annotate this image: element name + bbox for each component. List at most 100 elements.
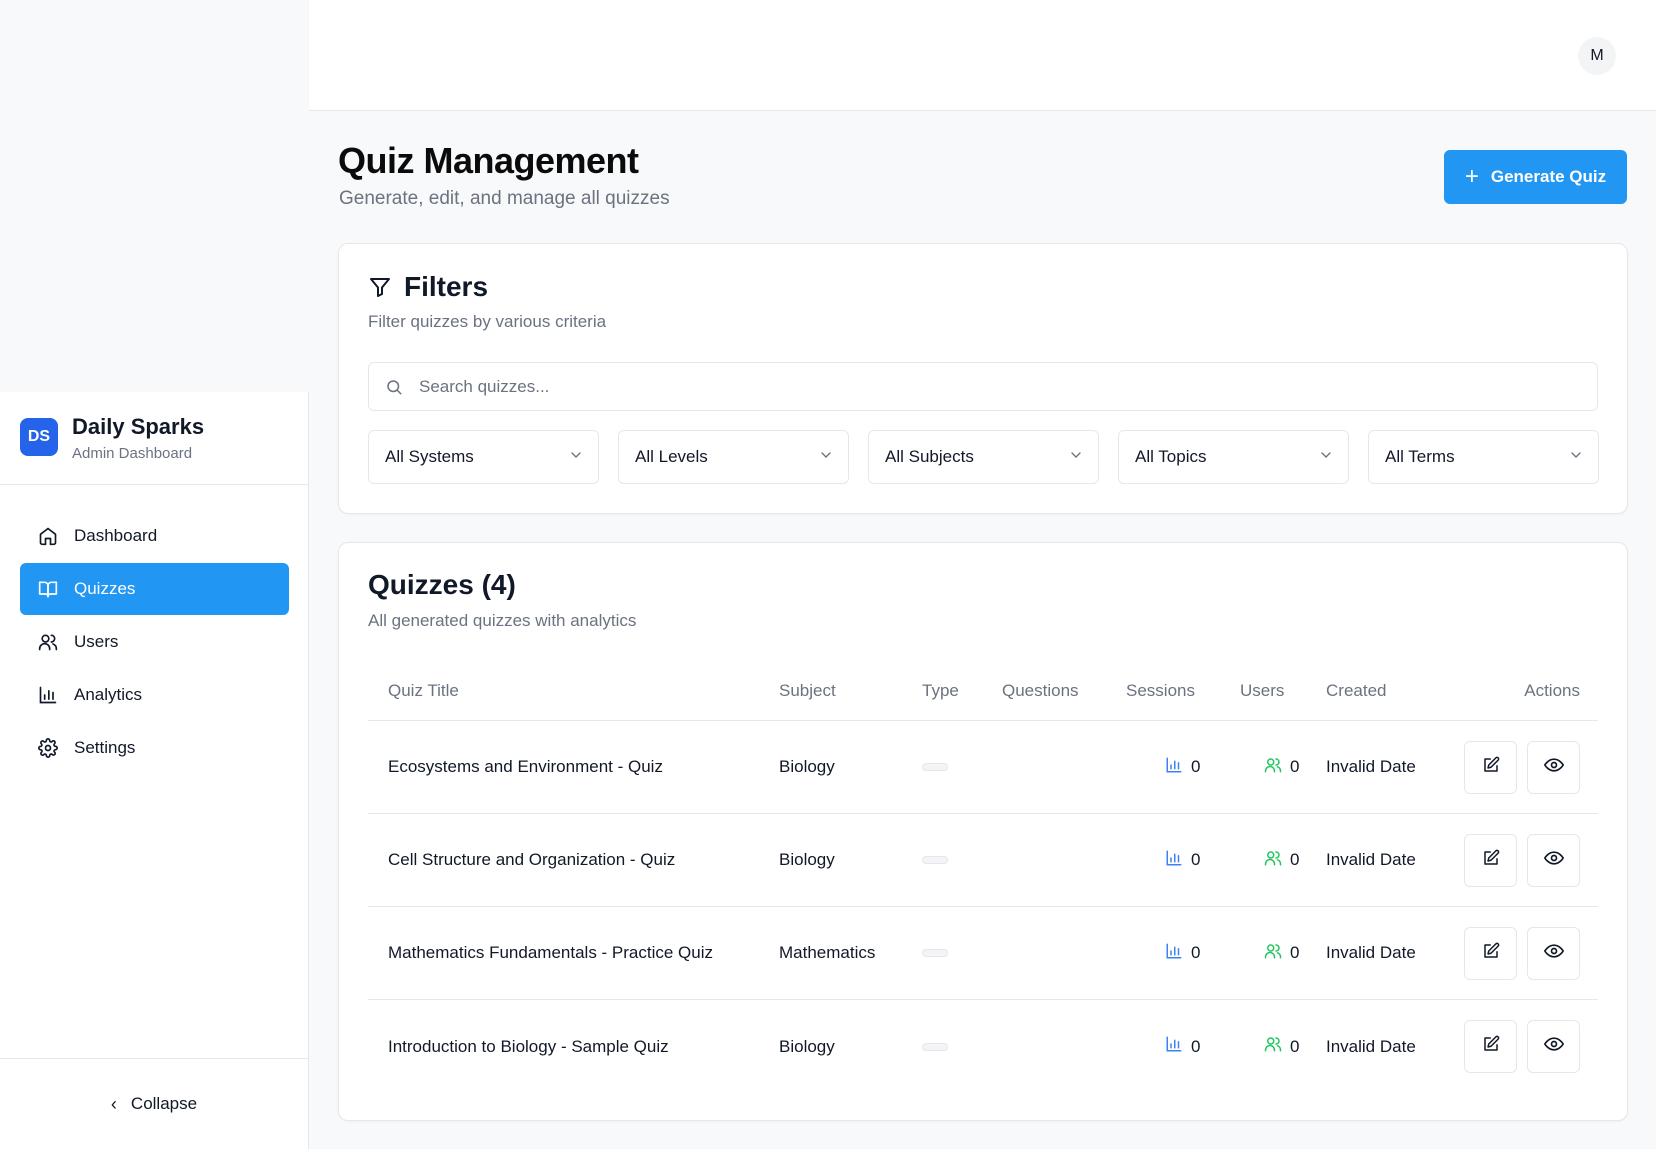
edit-button[interactable] [1464,1020,1517,1073]
quizzes-card: Quizzes (4) All generated quizzes with a… [338,542,1628,1121]
sidebar-item-dashboard[interactable]: Dashboard [20,510,289,562]
select-value: All Levels [635,447,708,466]
chevron-down-icon [818,447,834,468]
quiz-actions [1464,814,1580,906]
quiz-sessions: 0 [1165,814,1200,906]
edit-icon [1482,849,1500,872]
brand-subtitle: Admin Dashboard [72,445,193,462]
users-count: 0 [1290,850,1300,869]
users-count: 0 [1290,1036,1300,1056]
quizzes-table: Quiz Title Subject Type Questions Sessio… [368,661,1598,1093]
col-quiz-title[interactable]: Quiz Title [388,661,459,720]
view-button[interactable] [1527,740,1580,794]
sidebar-item-users[interactable]: Users [20,616,289,668]
quiz-subject: Biology [779,850,835,869]
col-subject[interactable]: Subject [779,661,836,720]
page-subtitle: Generate, edit, and manage all quizzes [339,188,670,209]
users-count: 0 [1290,943,1300,962]
col-type[interactable]: Type [922,661,959,720]
view-button[interactable] [1527,926,1580,980]
sidebar-item-label: Analytics [74,685,143,704]
quiz-sessions: 0 [1165,907,1200,999]
bar-chart-icon [1165,756,1183,779]
type-badge [922,856,948,864]
system-select[interactable]: All Systems [368,430,599,484]
type-badge [922,949,948,957]
search-input[interactable] [419,376,1569,397]
filters-title: Filters [368,271,488,303]
quiz-users: 0 [1264,1000,1299,1093]
eye-icon [1543,1034,1564,1059]
quiz-actions [1464,1000,1580,1093]
col-users[interactable]: Users [1240,661,1284,720]
users-icon [1264,1035,1282,1058]
sidebar-item-quizzes[interactable]: Quizzes [20,563,289,615]
chevron-left-icon: ‹ [110,1093,117,1114]
quiz-title: Cell Structure and Organization - Quiz [388,850,676,869]
bar-chart-icon [1165,942,1183,965]
users-icon [1264,942,1282,965]
select-value: All Terms [1385,447,1455,466]
users-icon [38,632,58,652]
quiz-subject: Mathematics [779,943,876,962]
table-row[interactable]: Ecosystems and Environment - Quiz Biolog… [368,721,1598,814]
quiz-users: 0 [1264,814,1299,906]
quiz-actions [1464,907,1580,999]
bar-chart-icon [1165,1035,1183,1058]
sidebar-item-label: Dashboard [74,526,158,545]
users-icon [1264,756,1282,779]
collapse-button[interactable]: ‹ Collapse [0,1058,308,1149]
select-value: All Subjects [885,447,974,466]
term-select[interactable]: All Terms [1368,430,1599,484]
avatar[interactable]: M [1578,37,1616,75]
users-icon [1264,849,1282,872]
type-badge [922,763,948,771]
table-row[interactable]: Introduction to Biology - Sample Quiz Bi… [368,1000,1598,1093]
quiz-sessions: 0 [1165,721,1200,813]
generate-quiz-button[interactable]: + Generate Quiz [1444,150,1627,204]
level-select[interactable]: All Levels [618,430,849,484]
table-row[interactable]: Cell Structure and Organization - Quiz B… [368,814,1598,907]
col-created[interactable]: Created [1326,661,1386,720]
edit-button[interactable] [1464,833,1517,887]
sidebar-item-label: Settings [74,738,136,757]
table-header: Quiz Title Subject Type Questions Sessio… [368,661,1598,721]
quiz-created: Invalid Date [1326,850,1416,869]
book-open-icon [38,579,58,599]
quiz-created: Invalid Date [1326,943,1416,962]
users-count: 0 [1290,757,1300,776]
sessions-count: 0 [1191,757,1201,776]
sidebar-top-space [0,0,309,392]
view-button[interactable] [1527,833,1580,887]
edit-icon [1482,1035,1500,1058]
col-sessions[interactable]: Sessions [1126,661,1195,720]
select-value: All Topics [1135,447,1207,466]
search-icon [385,378,403,396]
view-button[interactable] [1527,1020,1580,1073]
eye-icon [1543,755,1564,780]
subject-select[interactable]: All Subjects [868,430,1099,484]
table-row[interactable]: Mathematics Fundamentals - Practice Quiz… [368,907,1598,1000]
home-icon [38,526,58,546]
chevron-down-icon [1568,447,1584,468]
collapse-label: Collapse [130,1094,198,1113]
sidebar-item-analytics[interactable]: Analytics [20,669,289,721]
eye-icon [1543,941,1564,966]
eye-icon [1543,848,1564,873]
gear-icon [38,738,58,758]
edit-icon [1482,756,1500,779]
filters-card: Filters Filter quizzes by various criter… [338,243,1628,514]
chevron-down-icon [568,447,584,468]
sessions-count: 0 [1191,943,1201,962]
quiz-actions [1464,721,1580,813]
sidebar: DS Daily Sparks Admin Dashboard Dashboar… [0,392,309,1149]
quiz-type [922,907,948,999]
filter-selects: All Systems All Levels All Subjects All … [368,430,1599,484]
topic-select[interactable]: All Topics [1118,430,1349,484]
page-title: Quiz Management [338,140,639,181]
edit-button[interactable] [1464,926,1517,980]
sessions-count: 0 [1191,1036,1201,1056]
col-questions[interactable]: Questions [1002,661,1079,720]
sidebar-item-settings[interactable]: Settings [20,722,289,774]
edit-button[interactable] [1464,740,1517,794]
